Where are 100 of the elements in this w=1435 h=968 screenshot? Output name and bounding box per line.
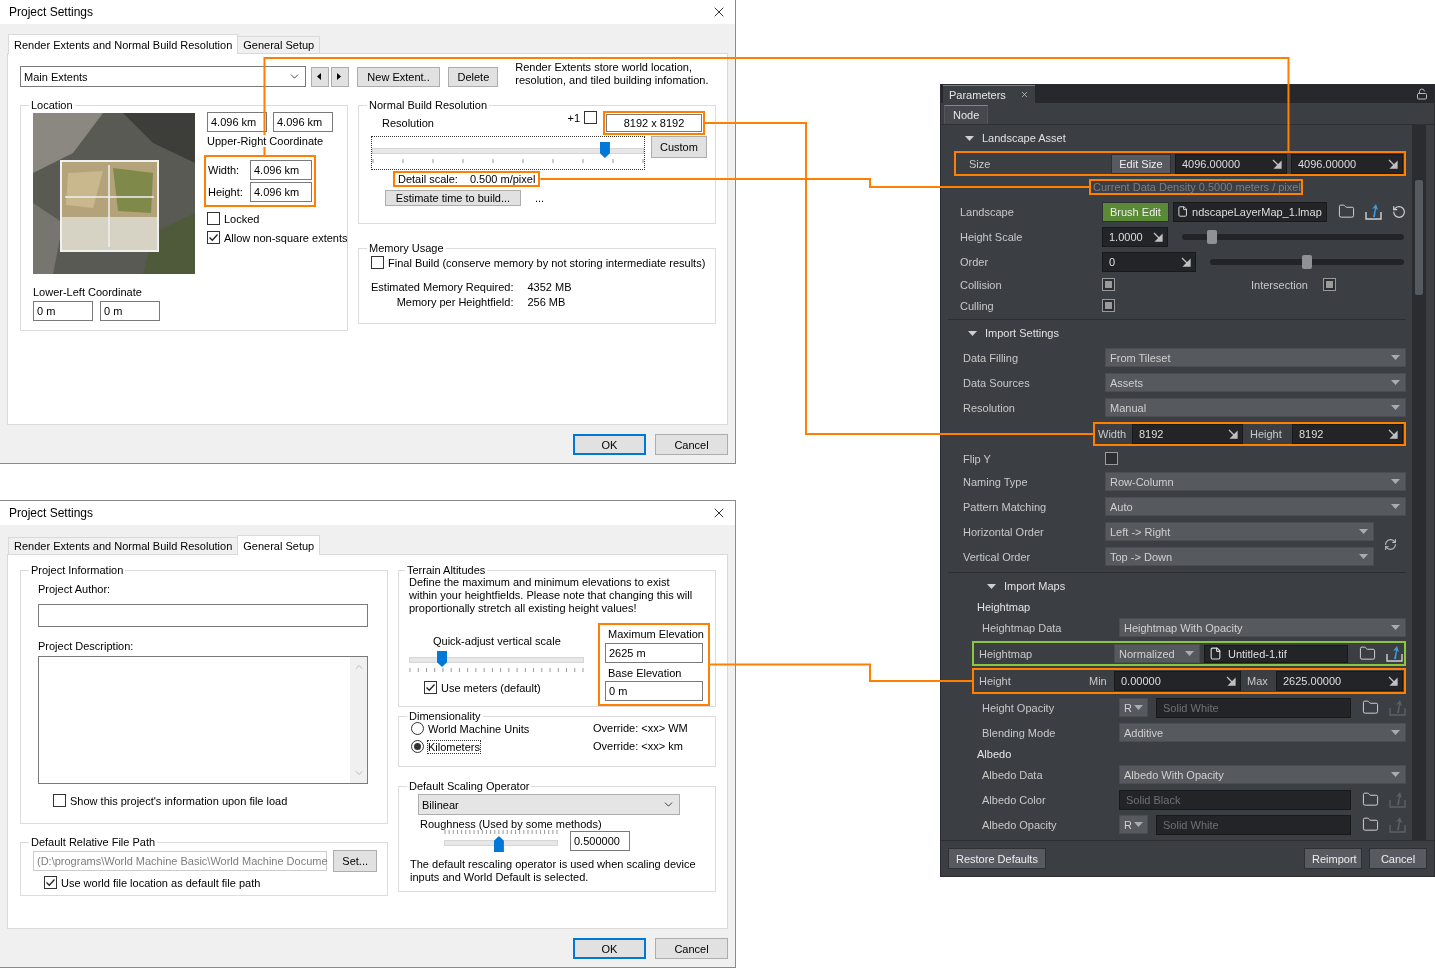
export-icon[interactable] <box>1365 203 1383 220</box>
base-elevation-field[interactable]: 0 m <box>605 681 703 701</box>
dropdown[interactable]: Normalized <box>1114 644 1200 663</box>
dropdown[interactable]: R <box>1119 698 1148 717</box>
number-field[interactable]: 2625.00000 <box>1276 671 1403 691</box>
author-field[interactable] <box>38 604 368 627</box>
scaling-dropdown[interactable]: Bilinear <box>418 794 680 815</box>
slider-thumb[interactable] <box>1302 254 1312 269</box>
locked-checkbox[interactable]: Locked <box>207 212 260 225</box>
corner-arrow-icon[interactable] <box>1272 158 1282 169</box>
cancel-button[interactable]: Cancel <box>655 434 728 455</box>
tab[interactable]: General Setup <box>237 535 321 555</box>
number-field[interactable]: 0 <box>1102 251 1196 272</box>
new-extent-button[interactable]: New Extent.. <box>356 66 441 87</box>
panel-tab[interactable]: Parameters <box>943 85 1035 103</box>
folder-icon[interactable] <box>1362 816 1379 833</box>
file-field[interactable]: ndscapeLayerMap_1.lmap <box>1172 201 1327 222</box>
checkbox[interactable] <box>1323 278 1336 291</box>
dropdown[interactable]: R <box>1119 815 1148 834</box>
tab[interactable]: Render Extents and Normal Build Resolution <box>8 34 239 54</box>
maximum-elevation-field[interactable]: 2625 m <box>605 643 703 663</box>
slider-track[interactable] <box>409 651 584 667</box>
reimport-button[interactable]: Reimport <box>1304 848 1362 869</box>
slider-track[interactable] <box>372 142 644 158</box>
tab[interactable]: Render Extents and Normal Build Resolution <box>8 537 239 554</box>
ok-button[interactable]: OK <box>573 434 646 455</box>
show-info-checkbox[interactable]: Show this project's information upon file load <box>53 794 288 807</box>
slider-thumb[interactable] <box>599 142 610 158</box>
plus-one-checkbox[interactable]: +1 <box>567 111 597 124</box>
corner-arrow-icon[interactable] <box>1388 429 1398 439</box>
corner-arrow-icon[interactable] <box>1226 676 1236 686</box>
dropdown[interactable]: From Tileset <box>1105 348 1406 367</box>
dropdown[interactable]: Auto <box>1105 497 1406 516</box>
radio-button[interactable]: World Machine Units <box>411 722 593 735</box>
dropdown[interactable]: Albedo With Opacity <box>1119 765 1406 784</box>
corner-arrow-icon[interactable] <box>1181 256 1191 267</box>
restore-defaults-button[interactable]: Restore Defaults <box>948 848 1046 869</box>
section-header[interactable]: Landscape Asset <box>948 126 1406 150</box>
brush-edit-button[interactable]: Brush Edit <box>1102 201 1169 222</box>
use-world-checkbox[interactable]: Use world file location as default file path <box>44 876 261 889</box>
dropdown[interactable]: Left -> Right <box>1105 522 1374 541</box>
export-icon[interactable] <box>1386 645 1403 662</box>
dropdown[interactable]: Top -> Down <box>1105 547 1374 566</box>
custom-button[interactable]: Custom <box>651 136 707 158</box>
dropdown[interactable]: Row-Column <box>1105 472 1406 491</box>
roughness-field[interactable]: 0.500000 <box>570 831 630 851</box>
radio-button[interactable]: Kilometers <box>411 740 593 753</box>
slider-thumb[interactable] <box>1207 229 1218 244</box>
folder-icon[interactable] <box>1359 645 1376 662</box>
non-square-checkbox[interactable]: Allow non-square extents <box>207 231 348 244</box>
previous-button[interactable] <box>310 66 329 87</box>
width-field[interactable]: 4.096 km <box>250 160 312 180</box>
extent-dropdown[interactable]: Main Extents <box>20 66 306 87</box>
dropdown[interactable]: Manual <box>1105 398 1406 417</box>
number-field[interactable]: 8192 <box>1132 424 1243 444</box>
ok-button[interactable]: OK <box>573 938 646 959</box>
tab[interactable]: General Setup <box>237 36 321 53</box>
coordinate-field[interactable]: 4.096 km <box>273 112 333 132</box>
slider-track[interactable] <box>444 836 558 852</box>
height-field[interactable]: 4.096 km <box>250 182 312 202</box>
corner-arrow-icon[interactable] <box>1388 158 1398 169</box>
coordinate-field[interactable]: 0 m <box>33 301 93 321</box>
checkbox[interactable] <box>1102 278 1115 291</box>
dropdown[interactable]: Additive <box>1119 723 1406 742</box>
number-field[interactable]: 0.00000 <box>1114 671 1241 691</box>
section-header[interactable]: Import Maps <box>948 574 1406 598</box>
slider-track[interactable] <box>1210 254 1404 269</box>
delete-button[interactable]: Delete <box>448 66 499 87</box>
estimate-button[interactable]: Estimate time to build... <box>385 190 521 206</box>
checkbox[interactable] <box>1102 299 1115 312</box>
reset-icon[interactable] <box>1391 203 1406 220</box>
final-build-checkbox[interactable]: Final Build (conserve memory by not storing intermediate results) <box>371 256 706 269</box>
section-header[interactable]: Import Settings <box>948 321 1406 345</box>
node-tab[interactable]: Node <box>944 105 989 124</box>
slider-thumb[interactable] <box>437 651 448 667</box>
dropdown[interactable]: Assets <box>1105 373 1406 392</box>
folder-icon[interactable] <box>1338 203 1356 220</box>
checkbox[interactable] <box>1105 452 1118 465</box>
use-meters-checkbox[interactable]: Use meters (default) <box>424 681 541 694</box>
file-field[interactable]: Untitled-1.tif <box>1204 644 1348 663</box>
coordinate-field[interactable]: 0 m <box>100 301 160 321</box>
corner-arrow-icon[interactable] <box>1228 429 1238 439</box>
number-field[interactable]: 8192 <box>1292 424 1403 444</box>
slider-track[interactable] <box>1182 229 1404 244</box>
coordinate-field[interactable]: 4.096 km <box>207 112 267 132</box>
number-field[interactable]: 4096.00000 <box>1291 153 1403 174</box>
refresh-icon[interactable] <box>1383 537 1397 551</box>
slider-thumb[interactable] <box>493 836 504 852</box>
edit-size-button[interactable]: Edit Size <box>1111 153 1171 174</box>
lock-icon[interactable] <box>1416 88 1428 100</box>
cancel-button[interactable]: Cancel <box>655 938 728 959</box>
corner-arrow-icon[interactable] <box>1153 231 1163 242</box>
folder-icon[interactable] <box>1362 699 1379 716</box>
number-field[interactable]: 1.0000 <box>1102 226 1168 247</box>
scrollbar-thumb[interactable] <box>1415 180 1423 295</box>
cancel-button[interactable]: Cancel <box>1369 848 1427 869</box>
set-button[interactable]: Set... <box>333 850 377 872</box>
corner-arrow-icon[interactable] <box>1388 676 1398 686</box>
folder-icon[interactable] <box>1362 791 1379 808</box>
next-button[interactable] <box>330 66 349 87</box>
